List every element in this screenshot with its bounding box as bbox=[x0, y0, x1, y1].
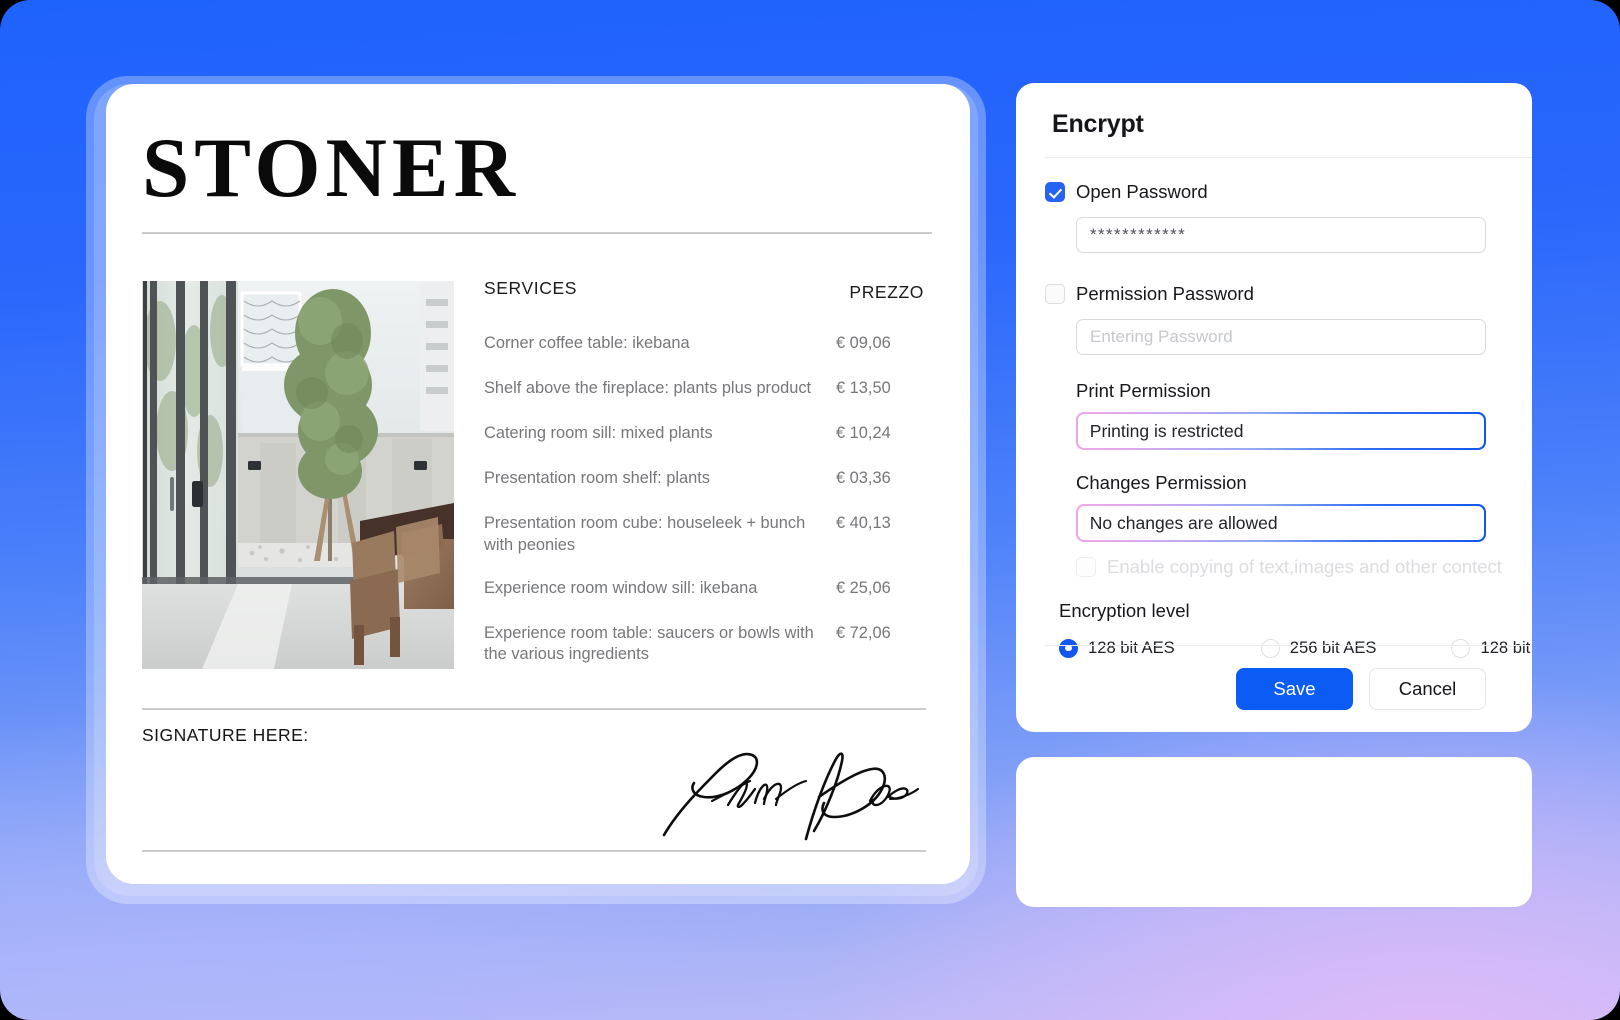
service-price: € 72,06 bbox=[836, 623, 891, 642]
changes-permission-select[interactable]: No changes are allowed bbox=[1076, 504, 1486, 542]
permission-password-checkbox-row[interactable]: Permission Password bbox=[1045, 282, 1532, 306]
table-row: Presentation room shelf: plants € 03,36 bbox=[484, 468, 932, 492]
enable-copying-checkbox-row: Enable copying of text,images and other … bbox=[1076, 555, 1532, 579]
open-password-checkbox[interactable] bbox=[1045, 182, 1065, 202]
document-preview-card[interactable]: STONER SERVICES PREZZO Corner coffee tab… bbox=[106, 84, 970, 884]
changes-permission-value: No changes are allowed bbox=[1077, 505, 1485, 541]
service-name: Corner coffee table: ikebana bbox=[484, 334, 690, 352]
service-price: € 09,06 bbox=[836, 334, 891, 352]
cancel-button[interactable]: Cancel bbox=[1369, 668, 1486, 710]
document-card-glow: STONER SERVICES PREZZO Corner coffee tab… bbox=[94, 84, 978, 896]
service-price: € 40,13 bbox=[836, 514, 891, 532]
encrypt-dialog: Encrypt Open Password ************ Permi… bbox=[1016, 83, 1532, 732]
open-password-value: ************ bbox=[1090, 225, 1187, 244]
enable-copying-label: Enable copying of text,images and other … bbox=[1107, 556, 1502, 577]
service-name: Catering room sill: mixed plants bbox=[484, 424, 713, 442]
encryption-level-label: Encryption level bbox=[1059, 600, 1190, 621]
service-name: Presentation room shelf: plants bbox=[484, 469, 710, 487]
divider-signature-top bbox=[142, 708, 926, 710]
dialog-actions: Save Cancel bbox=[1045, 646, 1532, 732]
print-permission-select[interactable]: Printing is restricted bbox=[1076, 412, 1486, 450]
permission-password-input[interactable]: Entering Password bbox=[1076, 319, 1486, 355]
service-name: Experience room table: saucers or bowls … bbox=[484, 623, 814, 664]
permission-password-checkbox[interactable] bbox=[1045, 284, 1065, 304]
divider-bottom bbox=[142, 850, 926, 852]
service-price: € 25,06 bbox=[836, 578, 891, 597]
column-header-price: PREZZO bbox=[849, 282, 924, 302]
signature-label: SIGNATURE HERE: bbox=[142, 725, 309, 745]
changes-permission-label: Changes Permission bbox=[1076, 472, 1247, 493]
open-password-checkbox-row[interactable]: Open Password bbox=[1045, 180, 1532, 204]
print-permission-label: Print Permission bbox=[1076, 380, 1211, 401]
table-row: Corner coffee table: ikebana € 09,06 bbox=[484, 333, 932, 357]
secondary-empty-panel bbox=[1016, 757, 1532, 907]
app-background: STONER SERVICES PREZZO Corner coffee tab… bbox=[0, 0, 1620, 1020]
enable-copying-checkbox bbox=[1076, 557, 1096, 577]
table-row: Catering room sill: mixed plants € 10,24 bbox=[484, 423, 932, 447]
save-button[interactable]: Save bbox=[1236, 668, 1353, 710]
interior-photo bbox=[142, 281, 454, 669]
open-password-label: Open Password bbox=[1076, 181, 1208, 202]
service-name: Shelf above the fireplace: plants plus p… bbox=[484, 379, 812, 397]
permission-password-label: Permission Password bbox=[1076, 283, 1254, 304]
print-permission-value: Printing is restricted bbox=[1077, 413, 1485, 449]
service-price: € 13,50 bbox=[836, 379, 891, 397]
services-table: SERVICES PREZZO Corner coffee table: ike… bbox=[484, 278, 932, 666]
page-title: STONER bbox=[142, 121, 521, 215]
service-price: € 10,24 bbox=[836, 424, 891, 442]
table-header: SERVICES PREZZO bbox=[484, 278, 932, 312]
dialog-title: Encrypt bbox=[1052, 110, 1144, 138]
signature-image bbox=[656, 739, 924, 843]
service-price: € 03,36 bbox=[836, 469, 891, 487]
table-row: Experience room table: saucers or bowls … bbox=[484, 623, 932, 667]
open-password-input[interactable]: ************ bbox=[1076, 217, 1486, 253]
table-row: Experience room window sill: ikebana € 25… bbox=[484, 578, 932, 602]
divider-top bbox=[142, 232, 932, 234]
table-row: Shelf above the fireplace: plants plus p… bbox=[484, 378, 932, 402]
table-row: Presentation room cube: houseleek + bunc… bbox=[484, 513, 932, 557]
column-header-services: SERVICES bbox=[484, 278, 577, 298]
permission-password-placeholder: Entering Password bbox=[1090, 327, 1233, 346]
service-name: Presentation room cube: houseleek + bunc… bbox=[484, 514, 806, 554]
service-name: Experience room window sill: ikebana bbox=[484, 578, 758, 597]
